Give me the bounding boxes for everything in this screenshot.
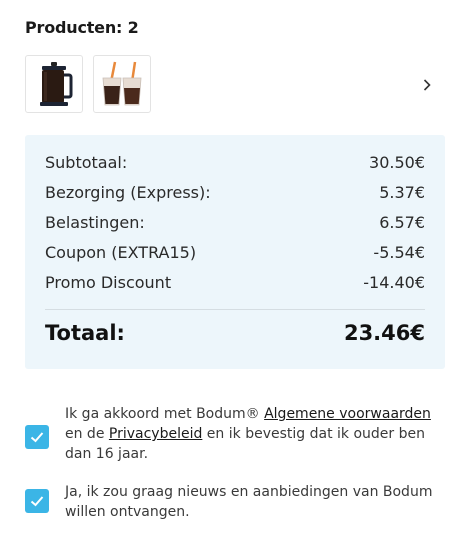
- terms-text-before: Ik ga akkoord met Bodum®: [65, 406, 265, 422]
- summary-total: Totaal: 23.46€: [45, 321, 425, 345]
- total-label: Totaal:: [45, 321, 125, 345]
- checkmark-icon: [30, 496, 44, 507]
- product-thumbnail-iced-coffee[interactable]: [93, 55, 151, 113]
- summary-label: Bezorging (Express):: [45, 183, 211, 202]
- summary-value: 30.50€: [369, 153, 425, 172]
- checkmark-icon: [30, 432, 44, 443]
- summary-value: 5.37€: [379, 183, 425, 202]
- products-header: Producten: 2: [25, 18, 139, 37]
- order-summary: Subtotaal: 30.50€ Bezorging (Express): 5…: [25, 135, 445, 369]
- terms-link[interactable]: Algemene voorwaarden: [264, 406, 431, 422]
- terms-text: Ik ga akkoord met Bodum® Algemene voorwa…: [65, 404, 437, 464]
- summary-row-shipping: Bezorging (Express): 5.37€: [45, 183, 425, 202]
- summary-label: Subtotaal:: [45, 153, 128, 172]
- summary-label: Promo Discount: [45, 273, 172, 292]
- summary-row-promo: Promo Discount -14.40€: [45, 273, 425, 292]
- summary-label: Coupon (EXTRA15): [45, 243, 197, 262]
- summary-label: Belastingen:: [45, 213, 145, 232]
- terms-checkbox[interactable]: [25, 425, 49, 449]
- iced-coffee-glasses-icon: [102, 61, 142, 106]
- summary-value: -5.54€: [373, 243, 425, 262]
- chevron-right-icon[interactable]: [418, 76, 436, 94]
- terms-consent: Ik ga akkoord met Bodum® Algemene voorwa…: [25, 404, 435, 466]
- product-thumbnail-french-press[interactable]: [25, 55, 83, 113]
- summary-value: 6.57€: [379, 213, 425, 232]
- newsletter-consent: Ja, ik zou graag nieuws en aanbiedingen …: [25, 482, 435, 524]
- terms-text-middle: en de: [65, 426, 109, 442]
- product-thumbnails: [25, 55, 151, 113]
- summary-value: -14.40€: [363, 273, 425, 292]
- privacy-link[interactable]: Privacybeleid: [109, 426, 202, 442]
- newsletter-text: Ja, ik zou graag nieuws en aanbiedingen …: [65, 484, 433, 520]
- summary-divider: [45, 309, 425, 310]
- summary-row-taxes: Belastingen: 6.57€: [45, 213, 425, 232]
- french-press-icon: [40, 62, 73, 106]
- total-value: 23.46€: [343, 321, 425, 345]
- summary-row-subtotal: Subtotaal: 30.50€: [45, 153, 425, 172]
- newsletter-checkbox[interactable]: [25, 489, 49, 513]
- summary-row-coupon: Coupon (EXTRA15) -5.54€: [45, 243, 425, 262]
